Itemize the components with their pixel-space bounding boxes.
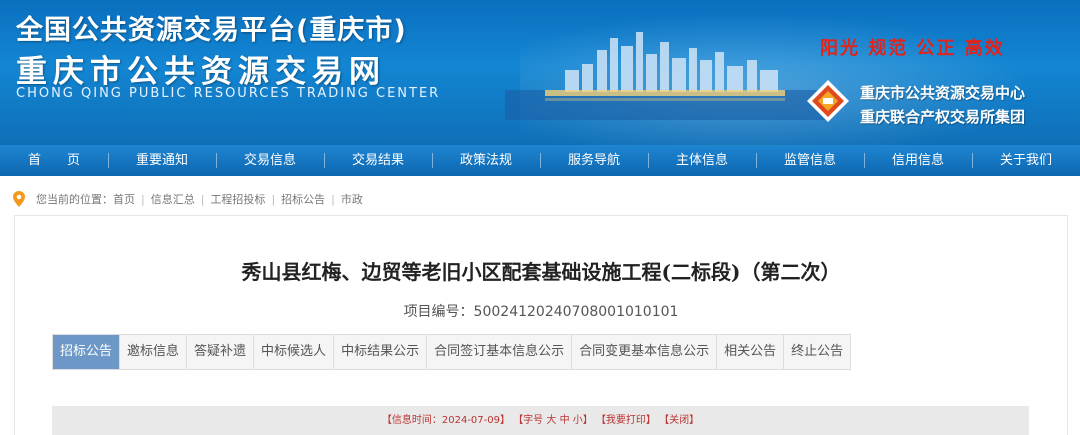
- tab-winning-candidates[interactable]: 中标候选人: [254, 335, 335, 369]
- tab-invitation-info[interactable]: 邀标信息: [120, 335, 188, 369]
- font-size-label: 【字号: [513, 415, 544, 426]
- nav-item-trade-info[interactable]: 交易信息: [216, 145, 324, 176]
- page-title: 秀山县红梅、边贸等老旧小区配套基础设施工程(二标段)（第二次）: [241, 260, 841, 284]
- site-subtitle: 重庆市公共资源交易网: [16, 54, 386, 90]
- breadcrumb-separator: |: [141, 192, 145, 206]
- close-button[interactable]: 【关闭】: [659, 415, 699, 426]
- nav-item-entity-info[interactable]: 主体信息: [648, 145, 756, 176]
- article-panel: 秀山县红梅、边贸等老旧小区配套基础设施工程(二标段)（第二次） 项目编号：500…: [14, 215, 1068, 435]
- breadcrumb-prefix: 您当前的位置：: [36, 193, 113, 206]
- nav-item-service-guide[interactable]: 服务导航: [540, 145, 648, 176]
- breadcrumb-current: 市政: [340, 193, 363, 206]
- tab-qa-addendum[interactable]: 答疑补遗: [187, 335, 255, 369]
- print-button[interactable]: 【我要打印】: [596, 415, 656, 426]
- nav-item-credit[interactable]: 信用信息: [864, 145, 972, 176]
- breadcrumb-engineering[interactable]: 工程招投标: [210, 191, 265, 207]
- nav-item-home[interactable]: 首 页: [0, 145, 108, 176]
- breadcrumb-home[interactable]: 首页: [113, 191, 135, 207]
- breadcrumb-separator: |: [271, 192, 276, 206]
- org-name-1: 重庆市公共资源交易中心: [860, 84, 1026, 102]
- header-banner: 全国公共资源交易平台(重庆市) 重庆市公共资源交易网 CHONG QING PU…: [0, 0, 1080, 145]
- tab-contract-signing[interactable]: 合同签订基本信息公示: [427, 335, 573, 369]
- tab-award-result[interactable]: 中标结果公示: [334, 335, 428, 369]
- tab-related-notices[interactable]: 相关公告: [717, 335, 785, 369]
- project-number: 项目编号：50024120240708001010101: [403, 304, 679, 320]
- site-title-english: CHONG QING PUBLIC RESOURCES TRADING CENT…: [16, 86, 441, 101]
- breadcrumb-info-summary[interactable]: 信息汇总: [151, 191, 195, 207]
- breadcrumb-separator: |: [200, 192, 205, 206]
- nav-item-notices[interactable]: 重要通知: [108, 145, 216, 176]
- nav-item-trade-results[interactable]: 交易结果: [324, 145, 432, 176]
- tab-tender-notice[interactable]: 招标公告: [53, 335, 121, 369]
- slogan: 阳光 规范 公正 高效: [820, 38, 1005, 59]
- main-nav: 首 页 重要通知 交易信息 交易结果 政策法规 服务导航 主体信息 监管信息 信…: [0, 145, 1080, 176]
- font-size-small-button[interactable]: 小】: [573, 415, 593, 426]
- breadcrumb-separator: |: [331, 192, 335, 206]
- info-toolbar: 【信息时间：2024-07-09】 【字号 大 中 小】 【我要打印】 【关闭】: [52, 406, 1029, 435]
- nav-item-about[interactable]: 关于我们: [972, 145, 1080, 176]
- organization-logo-icon: [807, 80, 849, 122]
- font-size-large-button[interactable]: 大: [546, 415, 556, 426]
- font-size-medium-button[interactable]: 中: [560, 415, 570, 426]
- site-title: 全国公共资源交易平台(重庆市): [16, 15, 407, 46]
- nav-item-policies[interactable]: 政策法规: [432, 145, 540, 176]
- org-name-2: 重庆联合产权交易所集团: [860, 108, 1026, 126]
- notice-tabs: 招标公告 邀标信息 答疑补遗 中标候选人 中标结果公示 合同签订基本信息公示 合…: [52, 334, 852, 370]
- breadcrumb-tender-notice[interactable]: 招标公告: [281, 191, 325, 207]
- location-pin-icon: [13, 191, 25, 207]
- tab-termination-notice[interactable]: 终止公告: [784, 335, 851, 369]
- tab-contract-change[interactable]: 合同变更基本信息公示: [572, 335, 718, 369]
- breadcrumb: 您当前的位置： 首页 | 信息汇总 | 工程招投标 | 招标公告 | 市政: [12, 190, 363, 208]
- nav-item-supervision[interactable]: 监管信息: [756, 145, 864, 176]
- info-time: 【信息时间：2024-07-09】: [381, 415, 510, 426]
- city-skyline-illustration: [505, 32, 825, 120]
